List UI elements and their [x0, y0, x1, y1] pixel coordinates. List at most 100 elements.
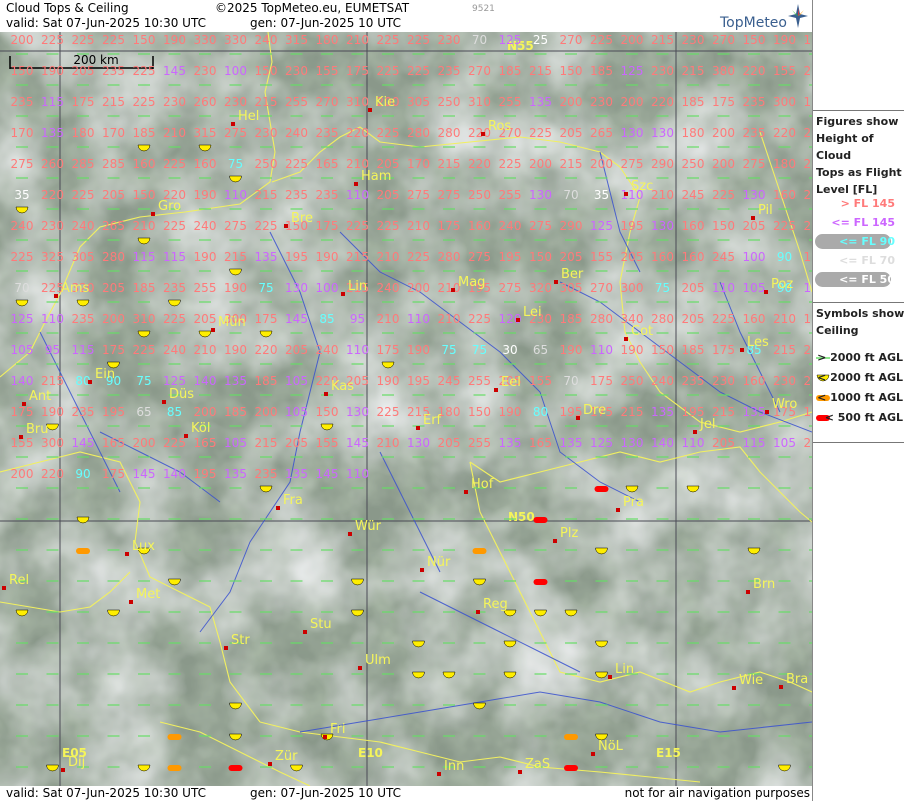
flight-level-figure: 230	[682, 33, 705, 47]
flight-level-figure: 240	[377, 281, 400, 295]
flight-level-figure: 160	[682, 250, 705, 264]
symbol-legend-row: < 1000 ft AGL	[813, 389, 904, 407]
flight-level-figure: 240	[11, 219, 34, 233]
flight-level-figure: 215	[255, 95, 278, 109]
city-label: Ein	[95, 367, 115, 382]
flight-level-figure: 195	[194, 467, 217, 481]
legend-divider	[813, 442, 904, 443]
flight-level-figure: 250	[682, 157, 705, 171]
flight-level-figure: 235	[743, 95, 766, 109]
city-label: Erf	[423, 413, 442, 428]
flight-level-figure: 200	[621, 33, 644, 47]
flight-level-figure: 270	[590, 281, 613, 295]
flight-level-figure: 225	[163, 157, 186, 171]
symbols-legend-title: Symbols show Ceiling	[813, 303, 904, 339]
city-marker-icon	[464, 490, 468, 494]
city-marker-icon	[19, 435, 23, 439]
city-marker-icon	[162, 400, 166, 404]
flight-level-figure: 225	[407, 250, 430, 264]
flight-level-figure: 225	[377, 405, 400, 419]
flight-level-figure: 185	[682, 343, 705, 357]
city-marker-icon	[125, 552, 129, 556]
flight-level-figure: 180	[316, 33, 339, 47]
flight-level-figure: 305	[72, 250, 95, 264]
city-marker-icon	[184, 434, 188, 438]
flight-level-figure: 165	[102, 436, 125, 450]
ceiling-below-1000-symbol	[167, 734, 182, 740]
flight-level-figure: 185	[255, 374, 278, 388]
flight-level-figure: 245	[682, 188, 705, 202]
flight-level-figure: 130	[621, 436, 644, 450]
flight-level-figure: 205	[712, 436, 735, 450]
flight-level-figure: 225	[72, 188, 95, 202]
weather-map[interactable]: 200 km N55 N50 E05 E10 E15 200 225 225 225 1…	[0, 32, 812, 786]
flight-level-figure: 110	[682, 436, 705, 450]
flight-level-figure: 280	[407, 126, 430, 140]
flight-level-figure: 215	[255, 436, 278, 450]
flight-level-figure: 195	[499, 250, 522, 264]
flight-level-figure: 275	[224, 126, 247, 140]
symbol-legend-label: < 500 ft AGL	[824, 411, 903, 424]
flight-level-figure: 130	[529, 188, 552, 202]
flight-level-figure: 225	[133, 64, 156, 78]
symbol-legend-row: < 500 ft AGL	[813, 409, 904, 427]
flight-level-figure: 225	[163, 312, 186, 326]
flight-level-figure: 225	[804, 157, 812, 171]
flight-level-figure: 105	[743, 281, 766, 295]
topmeteo-logo[interactable]: TopMeteo	[720, 4, 810, 31]
flight-level-figure: 150	[529, 250, 552, 264]
flight-level-figure: 200	[590, 157, 613, 171]
flight-level-figure: 210	[163, 126, 186, 140]
city-marker-icon	[764, 290, 768, 294]
flight-level-figure: 190	[499, 405, 522, 419]
flight-level-figure: 225	[377, 33, 400, 47]
city-marker-icon	[740, 348, 744, 352]
flight-level-figure: 135	[499, 436, 522, 450]
city-label: Lux	[132, 539, 155, 554]
flight-level-figure: 135	[41, 126, 64, 140]
city-marker-icon	[224, 646, 228, 650]
level-legend-row: <= FL 70	[813, 252, 904, 270]
flight-level-figure: 270	[468, 64, 491, 78]
flight-level-figure: 225	[41, 33, 64, 47]
flight-level-figure: 160	[682, 219, 705, 233]
flight-level-figure: 255	[285, 95, 308, 109]
city-marker-icon	[451, 288, 455, 292]
flight-level-figure: 105	[285, 374, 308, 388]
city-label: Rel	[9, 573, 29, 588]
flight-level-figure: 105	[773, 436, 796, 450]
flight-level-figure: 190	[407, 343, 430, 357]
flight-level-figure: 235	[804, 219, 812, 233]
city-marker-icon	[61, 768, 65, 772]
flight-level-figure: 175	[102, 467, 125, 481]
flight-level-figure: 265	[590, 126, 613, 140]
flight-level-figure: 85	[319, 312, 334, 326]
flight-level-figure: 75	[258, 281, 273, 295]
disclaimer: not for air navigation purposes	[624, 786, 810, 800]
level-legend-row: <= FL 90	[813, 233, 904, 251]
flight-level-figure: 155	[316, 64, 339, 78]
flight-level-figure: 230	[773, 374, 796, 388]
flight-level-figure: 245	[712, 250, 735, 264]
flight-level-figure: 85	[167, 405, 182, 419]
flight-level-figure: 145	[72, 436, 95, 450]
flight-level-figure: 105	[11, 343, 34, 357]
flight-level-figure: 205	[438, 436, 461, 450]
flight-level-figure: 185	[560, 312, 583, 326]
city-marker-icon	[354, 182, 358, 186]
flight-level-figure: 225	[377, 219, 400, 233]
flight-level-figure: 235	[255, 467, 278, 481]
flight-level-figure: 130	[346, 405, 369, 419]
flight-level-figure: 200	[529, 157, 552, 171]
city-label: Dre	[583, 403, 606, 418]
city-marker-icon	[348, 532, 352, 536]
flight-level-figure: 250	[438, 95, 461, 109]
flight-level-figure: 270	[560, 33, 583, 47]
flight-level-figure: 200	[11, 467, 34, 481]
flight-level-figure: 225	[468, 312, 491, 326]
flight-level-figure: 195	[285, 250, 308, 264]
flight-level-figure: 215	[712, 405, 735, 419]
city-label: Les	[747, 335, 769, 350]
flight-level-figure: 205	[560, 250, 583, 264]
city-label: Köl	[191, 421, 210, 436]
